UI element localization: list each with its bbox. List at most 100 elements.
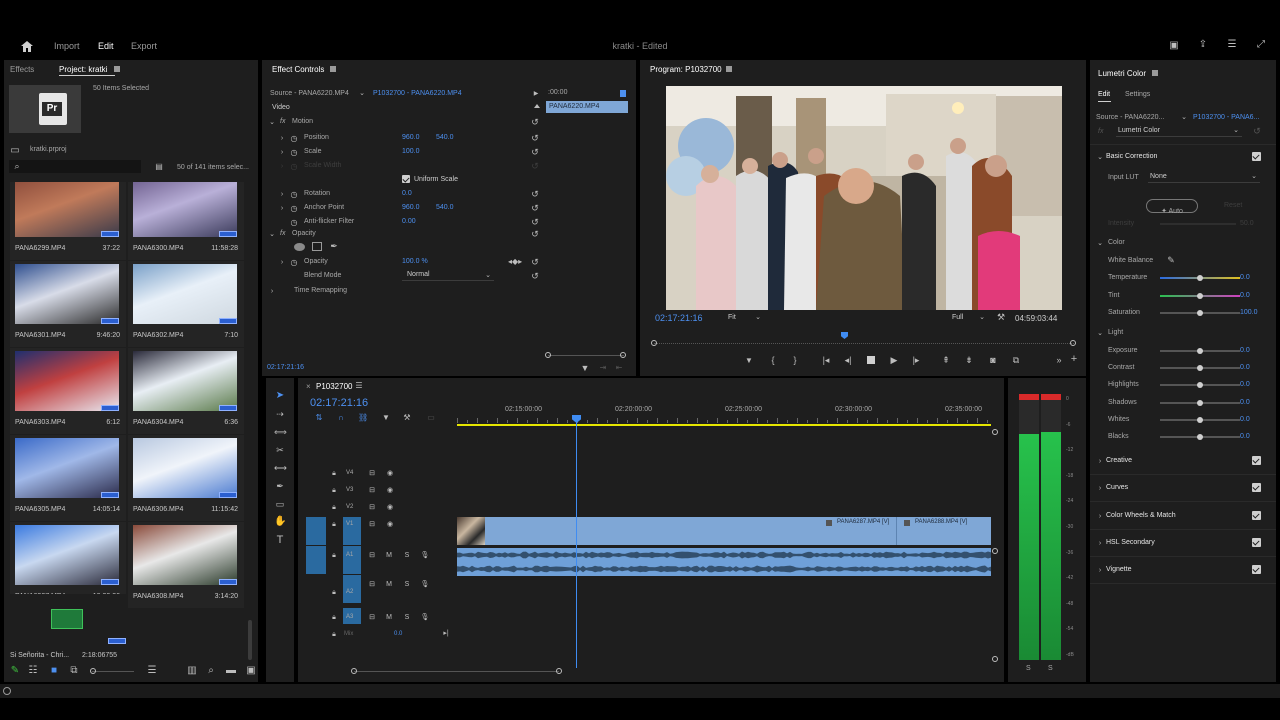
ripple-edit-icon[interactable]: ⟺ [274,427,287,437]
chevron-icon[interactable]: ⌄ [268,230,276,240]
nav-import[interactable]: Import [54,41,80,51]
lumetri-param-slider[interactable] [1160,310,1240,316]
audio-clip[interactable] [457,548,991,576]
timeline-playhead-line[interactable] [576,418,577,668]
snap-icon[interactable]: ∩ [336,413,346,423]
project-item[interactable]: PANA6303.MP4 6:12 [10,348,126,434]
lock-icon[interactable]: 🔒︎ [328,612,340,624]
go-to-in-icon[interactable]: |◂ [820,355,832,365]
mute-button[interactable]: M [383,550,395,562]
sort-icon[interactable]: ☰ [147,666,157,676]
solo-button[interactable]: S [401,579,413,591]
play-button[interactable]: ▶ [889,355,899,365]
mini-playhead[interactable] [620,90,626,97]
sync-lock-icon[interactable]: ⊟ [366,612,378,624]
lock-icon[interactable]: 🔒︎ [328,502,340,514]
project-item[interactable]: PANA6299.MP4 37:22 [10,182,126,260]
add-marker-icon[interactable]: ▼ [744,356,754,366]
track-name[interactable]: A3 [346,614,353,620]
time-remap-label[interactable]: Time Remapping [294,287,347,294]
lumetri-param-slider[interactable] [1160,399,1240,406]
tab-edit[interactable]: Edit [1098,91,1110,98]
basic-correction-label[interactable]: Basic Correction [1106,153,1157,160]
sync-lock-icon[interactable]: ⊟ [366,485,378,497]
zoom-slider[interactable] [90,668,134,674]
track-name[interactable]: V2 [346,504,353,510]
basic-correction-checkbox[interactable] [1252,152,1261,161]
expand-icon[interactable]: › [278,204,286,214]
reset-icon[interactable]: ↺ [530,161,540,171]
lock-icon[interactable]: 🔒︎ [328,468,340,480]
expand-icon[interactable]: › [278,190,286,200]
lumetri-param-slider[interactable] [1160,416,1240,423]
lumetri-param-value[interactable]: 0.0 [1240,399,1250,406]
mini-clip[interactable]: PANA6220.MP4 [546,101,628,113]
lumetri-param-slider[interactable] [1160,292,1240,299]
search-box[interactable]: ⌕ [9,160,141,173]
reset-icon[interactable]: ↺ [530,257,540,267]
input-lut-select[interactable]: None ⌄ [1148,172,1260,183]
slider-knob[interactable] [1197,434,1203,440]
sync-lock-icon[interactable]: ⊟ [366,550,378,562]
reset-icon[interactable]: ↺ [530,203,540,213]
effect-param-value-2[interactable]: 540.0 [436,204,454,211]
scroll-up-icon[interactable] [534,104,540,108]
effect-param-value[interactable]: 960.0 [402,134,420,141]
expand-icon[interactable]: › [278,134,286,144]
sync-lock-icon[interactable]: ⊟ [366,519,378,531]
reset-icon[interactable]: ↺ [530,217,540,227]
timeline-scroll-end[interactable] [992,429,998,435]
lumetri-sequence[interactable]: P1032700 - PANA6... [1193,114,1259,121]
quality-select[interactable]: Full ⌄ [950,313,990,324]
panel-menu-icon[interactable] [330,66,336,72]
ellipse-mask-icon[interactable] [294,243,305,251]
microphone-icon[interactable]: 🎙︎ [419,579,431,591]
program-scrub-start[interactable] [651,340,657,346]
effect-param-value-2[interactable]: 540.0 [436,134,454,141]
solo-right[interactable]: S [1048,665,1053,672]
project-item[interactable]: PANA6304.MP4 6:36 [128,348,244,434]
hand-tool-icon[interactable]: ✋ [274,517,286,527]
uniform-scale-checkbox[interactable] [402,175,410,183]
mute-button[interactable]: M [383,579,395,591]
microphone-icon[interactable]: 🎙︎ [419,550,431,562]
filter-icon[interactable]: ▼ [580,363,590,373]
program-video[interactable] [666,86,1062,310]
close-icon[interactable]: × [306,382,311,391]
track-name[interactable]: A2 [346,589,353,595]
stopwatch-icon[interactable]: ◷ [290,162,298,172]
video-clip[interactable]: PANA6287.MP4 [V] PANA6288.MP4 [V] [457,517,991,545]
lumetri-section-label[interactable]: Curves [1106,484,1128,491]
home-icon[interactable] [20,41,34,53]
lumetri-param-value[interactable]: 0.0 [1240,274,1250,281]
section-checkbox[interactable] [1252,537,1261,547]
v-scroll-end[interactable] [992,656,998,662]
opacity-section-label[interactable]: Opacity [292,230,316,237]
microphone-icon[interactable]: 🎙︎ [419,612,431,624]
sequence-tab[interactable]: P1032700 [316,382,352,391]
selection-tool-icon[interactable]: ➤ [274,391,286,401]
lumetri-param-slider[interactable] [1160,275,1240,281]
project-item[interactable]: PANA6300.MP4 11:58:28 [128,182,244,260]
project-item[interactable]: PANA6305.MP4 14:05:14 [10,435,126,521]
auto-button[interactable]: ✦ Auto [1146,199,1198,215]
wrench-icon[interactable]: ⚒ [402,413,412,423]
camera-icon[interactable]: ◙ [987,355,999,365]
lock-icon[interactable]: 🔒︎ [328,587,340,599]
solo-left[interactable]: S [1026,665,1031,672]
track-name[interactable]: A1 [346,552,353,558]
section-checkbox[interactable] [1252,510,1261,520]
new-item-icon[interactable]: ▣ [246,666,256,676]
mute-button[interactable]: M [383,612,395,624]
stopwatch-icon[interactable]: ◷ [290,218,298,228]
slider-knob[interactable] [1197,416,1203,423]
chevron-down-icon[interactable]: ⌄ [1096,239,1104,249]
eye-icon[interactable]: ◉ [384,502,396,514]
sync-lock-icon[interactable]: ⊟ [366,502,378,514]
audio-track-target[interactable] [343,546,361,574]
motion-label[interactable]: Motion [292,118,313,125]
reset-icon[interactable]: ↺ [1252,126,1262,136]
play-only-icon[interactable]: ▶ [532,89,540,99]
panel-menu-icon[interactable] [114,66,120,72]
solo-button[interactable]: S [401,612,413,624]
